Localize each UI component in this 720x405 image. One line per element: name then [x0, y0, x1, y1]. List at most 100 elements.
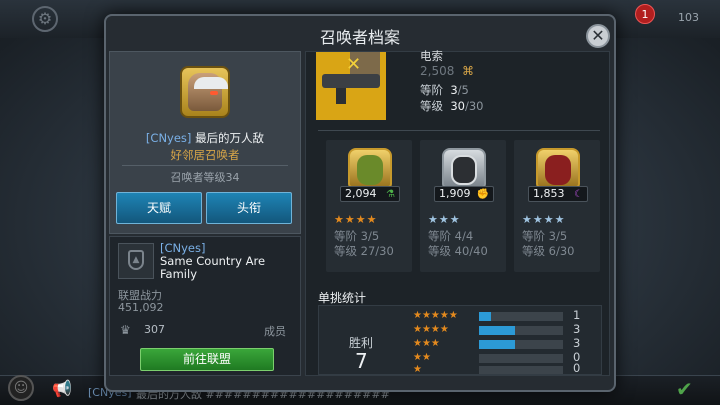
champion-face: [451, 155, 477, 185]
champion-level-label: 等级: [334, 244, 357, 258]
level-value: 30: [450, 99, 465, 113]
quest-check-icon[interactable]: ✔: [676, 377, 693, 401]
champion-rank: 等阶 3/5: [334, 228, 379, 244]
member-count: 307: [144, 323, 165, 336]
champion-level: 等级 6/30: [522, 243, 574, 259]
duel-row-bar-fill: [479, 340, 516, 349]
rank-value: 3: [450, 83, 458, 97]
champion-level: 等级 40/40: [428, 243, 488, 259]
hero-emblem: ✕: [346, 54, 362, 75]
duel-row-bar: [479, 340, 563, 349]
divider: [122, 165, 288, 166]
duel-row-count: 0: [573, 361, 581, 375]
duel-row-count: 3: [573, 322, 581, 336]
duel-row-bar: [479, 312, 563, 321]
champion-rank: 等阶 3/5: [522, 228, 567, 244]
level-label: 等级: [420, 99, 443, 113]
champion-face: [357, 155, 383, 185]
duel-row-bar-fill: [479, 312, 491, 321]
alliance-tag: [CNyes]: [160, 241, 206, 255]
top-resource-count: 103: [678, 11, 699, 24]
champion-rank-value: 3/5: [360, 229, 380, 243]
duel-row-stars: ★: [413, 364, 422, 375]
summoner-title: 好邻居召唤者: [170, 148, 240, 162]
champion-pi: 1,909: [439, 187, 471, 200]
pi-icon: ⌘: [458, 64, 475, 78]
science-class-icon: ⚗: [386, 189, 395, 200]
champion-stars: ★★★★: [522, 213, 566, 226]
wins-value: 7: [355, 349, 368, 373]
duel-stats-box: 胜利 7 ★★★★★ 1 ★★★★ 3 ★★★ 3 ★★ 0 ★ 0: [318, 305, 602, 375]
duel-row-stars: ★★★: [413, 338, 440, 349]
avatar-hair: [194, 77, 228, 89]
duel-row-count: 1: [573, 308, 581, 322]
featured-hero-portrait[interactable]: ✕: [316, 52, 386, 120]
hero-gun-grip: [336, 88, 346, 104]
featured-hero-name: 电索: [420, 49, 443, 63]
featured-hero-level: 等级 30/30: [420, 98, 483, 114]
champion-rank-label: 等阶: [522, 229, 545, 243]
champion-level-value: 40/40: [454, 244, 488, 258]
champion-card-1[interactable]: 2,094 ⚗ ★★★★ 等阶 3/5 等级 27/30: [326, 140, 412, 272]
profile-panel: [CNyes] 最后的万人敌 好邻居召唤者 召唤者等级34 天赋 头衔: [109, 51, 301, 234]
duel-row-bar: [479, 354, 563, 363]
duel-row-stars: ★★★★: [413, 324, 449, 335]
settings-gear-icon[interactable]: ⚙: [32, 6, 58, 32]
avatar-face: [188, 73, 228, 111]
notification-badge[interactable]: 1: [635, 4, 655, 24]
featured-hero-rank: 等阶 3/5: [420, 82, 469, 98]
champion-portrait: [348, 148, 392, 188]
champion-level: 等级 27/30: [334, 243, 394, 259]
summoner-name: 最后的万人敌: [195, 131, 265, 145]
champion-card-3[interactable]: 1,853 ☾ ★★★★ 等阶 3/5 等级 6/30: [514, 140, 600, 272]
duel-row-bar: [479, 366, 563, 374]
rank-max: /5: [457, 83, 469, 97]
alliance-name: Same Country Are Family: [160, 254, 266, 281]
duel-row-count: 3: [573, 336, 581, 350]
alliance-power-value: 451,092: [118, 301, 164, 314]
skill-class-icon: ✊: [476, 189, 489, 200]
summoner-level: 召唤者等级34: [170, 171, 240, 184]
go-to-alliance-button[interactable]: 前往联盟: [140, 348, 274, 371]
champion-rank-value: 3/5: [548, 229, 568, 243]
titles-button[interactable]: 头衔: [206, 192, 292, 224]
champion-rank-value: 4/4: [454, 229, 474, 243]
duel-row-bar-fill: [479, 326, 516, 335]
members-icon: ♛: [120, 323, 131, 337]
champion-stars: ★★★★: [334, 213, 378, 226]
champion-panel: ✕ 电索 2,508 ⌘ 等阶 3/5 等级 30/30 2,094 ⚗ ★★★★…: [305, 49, 610, 376]
avatar[interactable]: [180, 66, 230, 118]
close-icon[interactable]: ✕: [586, 24, 610, 48]
talents-button[interactable]: 天赋: [116, 192, 202, 224]
member-label: 成员: [264, 325, 286, 338]
alliance-badge: ▲: [118, 243, 154, 279]
mystic-class-icon: ☾: [574, 189, 583, 200]
featured-hero-pi: 2,508 ⌘: [420, 64, 474, 78]
hero-gun: [322, 74, 380, 88]
champion-level-label: 等级: [428, 244, 451, 258]
champion-pi-badge: 1,853 ☾: [528, 186, 588, 202]
champion-level-label: 等级: [522, 244, 545, 258]
duel-row-stars: ★★★★★: [413, 310, 458, 321]
rank-label: 等阶: [420, 83, 443, 97]
champion-portrait: [536, 148, 580, 188]
megaphone-icon[interactable]: 📢: [52, 379, 72, 398]
champion-portrait: [442, 148, 486, 188]
summoner-profile-modal: 召唤者档案 ✕ [CNyes] 最后的万人敌 好邻居召唤者 召唤者等级34 天赋…: [104, 14, 616, 392]
chat-avatar-icon[interactable]: ☺: [8, 375, 34, 401]
champion-pi-badge: 2,094 ⚗: [340, 186, 400, 202]
champion-card-2[interactable]: 1,909 ✊ ★★★ 等阶 4/4 等级 40/40: [420, 140, 506, 272]
level-max: /30: [464, 99, 484, 113]
champion-rank-label: 等阶: [334, 229, 357, 243]
featured-hero-pi-value: 2,508: [420, 64, 455, 78]
alliance-panel: ▲ [CNyes] Same Country Are Family 联盟战力 4…: [109, 236, 301, 376]
duel-row-bar: [479, 326, 563, 335]
modal-title: 召唤者档案: [319, 28, 400, 47]
champion-level-value: 6/30: [548, 244, 575, 258]
shield-icon: ▲: [128, 250, 144, 270]
champion-pi: 2,094: [345, 187, 377, 200]
champion-rank-label: 等阶: [428, 229, 451, 243]
duel-stats-title: 单挑统计: [318, 291, 367, 305]
champion-pi: 1,853: [533, 187, 565, 200]
champion-rank: 等阶 4/4: [428, 228, 473, 244]
